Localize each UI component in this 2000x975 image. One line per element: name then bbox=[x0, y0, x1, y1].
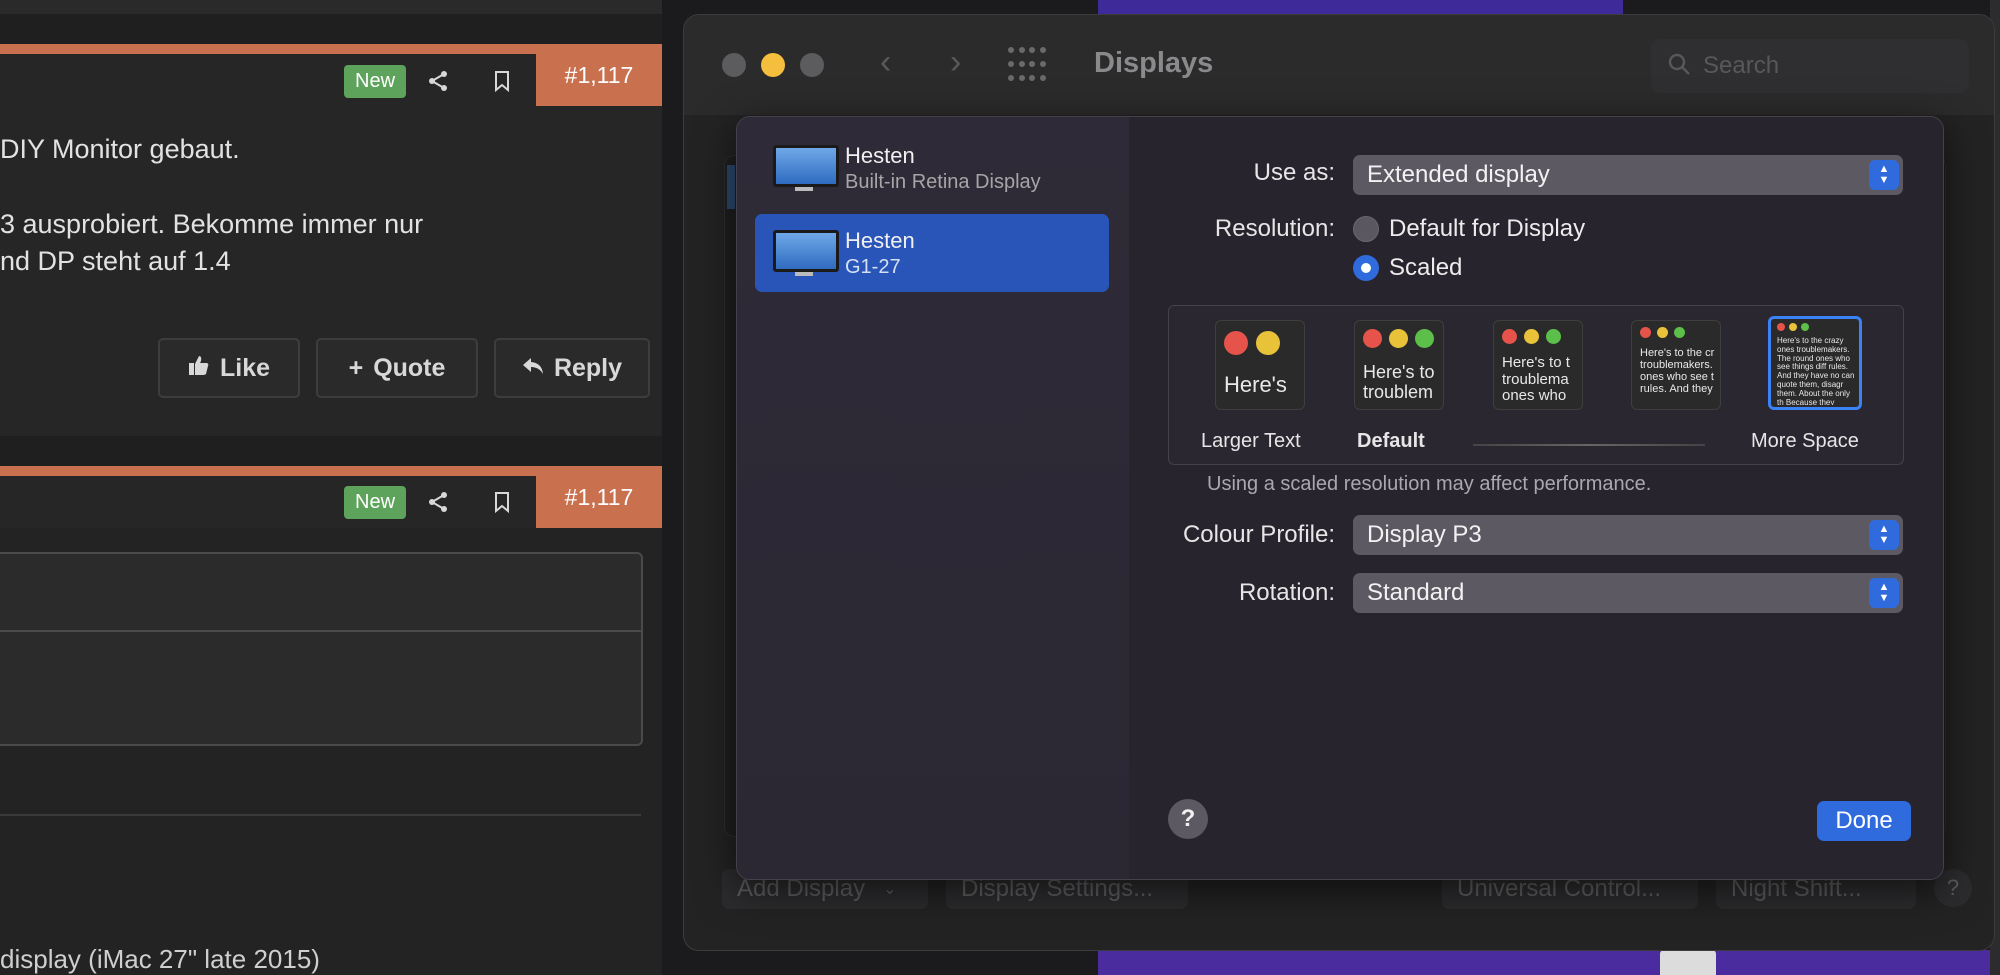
post-text-line: 3 ausprobiert. Bekomme immer nur bbox=[0, 209, 424, 239]
document-icon bbox=[1660, 950, 1716, 975]
scaled-radio[interactable] bbox=[1353, 255, 1379, 281]
minimize-window-button[interactable] bbox=[761, 53, 785, 77]
performance-note: Using a scaled resolution may affect per… bbox=[1207, 473, 1652, 495]
display-list-item[interactable]: Hesten Built-in Retina Display bbox=[755, 129, 1109, 207]
colour-profile-label: Colour Profile: bbox=[1182, 521, 1335, 548]
default-scale-label: Default bbox=[1357, 430, 1425, 452]
reply-button[interactable]: Reply bbox=[494, 338, 650, 398]
forward-chevron-icon[interactable]: › bbox=[950, 43, 961, 82]
post-text-line: nd DP steht auf 1.4 bbox=[0, 246, 231, 276]
close-window-button[interactable] bbox=[722, 53, 746, 77]
zoom-window-button[interactable] bbox=[800, 53, 824, 77]
quote-block bbox=[0, 552, 643, 746]
display-list-item-selected[interactable]: Hesten G1-27 bbox=[755, 214, 1109, 292]
up-down-arrows-icon: ▲ ▼ bbox=[1869, 578, 1899, 608]
share-icon[interactable] bbox=[423, 66, 453, 96]
display-settings-content: Use as: Extended display ▲ ▼ Resolution: … bbox=[1129, 117, 1943, 879]
forum-post: New #1,117 DIY Monitor gebaut. 3 ausprob… bbox=[0, 44, 662, 436]
scale-option-larger-text[interactable]: Here's bbox=[1215, 320, 1305, 410]
use-as-label: Use as: bbox=[1253, 159, 1335, 186]
default-for-display-radio[interactable] bbox=[1353, 216, 1379, 242]
quote-divider bbox=[0, 630, 641, 632]
post-number[interactable]: #1,117 bbox=[536, 44, 662, 106]
scale-option-default[interactable]: Here's to troublem bbox=[1354, 320, 1444, 410]
forum-page: New #1,117 DIY Monitor gebaut. 3 ausprob… bbox=[0, 0, 662, 975]
forum-top-strip bbox=[0, 0, 662, 14]
colour-profile-dropdown[interactable]: Display P3 ▲ ▼ bbox=[1353, 515, 1903, 555]
bookmark-icon[interactable] bbox=[487, 66, 517, 96]
rotation-label: Rotation: bbox=[1238, 579, 1335, 606]
back-chevron-icon[interactable]: ‹ bbox=[880, 43, 891, 82]
window-titlebar: ‹ › Displays Search bbox=[684, 15, 1994, 115]
use-as-dropdown[interactable]: Extended display ▲ ▼ bbox=[1353, 155, 1903, 195]
desktop-wallpaper-strip bbox=[1098, 950, 2000, 975]
new-badge: New bbox=[344, 65, 407, 98]
monitor-display-icon bbox=[773, 230, 839, 272]
rotation-value: Standard bbox=[1367, 579, 1465, 606]
up-down-arrows-icon: ▲ ▼ bbox=[1869, 160, 1899, 190]
scale-preview-text: Here's to t troublema ones who bbox=[1502, 355, 1570, 404]
display-subtitle: G1-27 bbox=[845, 256, 901, 278]
display-list-sidebar: Hesten Built-in Retina Display Hesten G1… bbox=[737, 117, 1129, 879]
show-all-grid-icon[interactable] bbox=[1008, 47, 1046, 85]
resolution-label: Resolution: bbox=[1214, 215, 1335, 242]
display-name: Hesten bbox=[845, 143, 915, 168]
like-label: Like bbox=[219, 353, 271, 382]
desktop-wallpaper-strip bbox=[1098, 0, 1623, 14]
new-badge: New bbox=[344, 486, 407, 519]
scaled-resolution-picker: Here's Here's to troublem Here's to t tr… bbox=[1168, 305, 1904, 465]
quote-label: Quote bbox=[373, 353, 446, 382]
post-text-line: DIY Monitor gebaut. bbox=[0, 134, 240, 164]
up-down-arrows-icon: ▲ ▼ bbox=[1869, 520, 1899, 550]
monitor-stand bbox=[795, 272, 813, 276]
done-button[interactable]: Done bbox=[1817, 801, 1911, 841]
scale-preview-text: Here's to troublem bbox=[1363, 363, 1435, 402]
default-for-display-label[interactable]: Default for Display bbox=[1389, 215, 1585, 243]
plus-icon: + bbox=[348, 353, 364, 382]
use-as-value: Extended display bbox=[1367, 161, 1550, 188]
imac-display-icon bbox=[773, 145, 839, 187]
scale-option-more[interactable]: Here's to the cr troublemakers. ones who… bbox=[1631, 320, 1721, 410]
scale-option-medium[interactable]: Here's to t troublema ones who bbox=[1493, 320, 1583, 410]
search-field[interactable]: Search bbox=[1651, 39, 1969, 93]
monitor-stand bbox=[795, 187, 813, 191]
scale-slider-track bbox=[1473, 444, 1705, 446]
scaled-label[interactable]: Scaled bbox=[1389, 254, 1462, 282]
reply-arrow-icon bbox=[522, 354, 544, 383]
post-number[interactable]: #1,117 bbox=[536, 466, 662, 528]
larger-text-label: Larger Text bbox=[1201, 430, 1301, 452]
like-button[interactable]: Like bbox=[158, 338, 300, 398]
sheet-help-button[interactable]: ? bbox=[1168, 799, 1208, 839]
signature-text: display (iMac 27" late 2015) bbox=[0, 944, 320, 974]
search-icon bbox=[1667, 52, 1691, 81]
share-icon[interactable] bbox=[423, 487, 453, 517]
window-title: Displays bbox=[1094, 47, 1214, 79]
rotation-dropdown[interactable]: Standard ▲ ▼ bbox=[1353, 573, 1903, 613]
display-settings-sheet: Hesten Built-in Retina Display Hesten G1… bbox=[736, 116, 1944, 880]
thumbs-up-icon bbox=[188, 354, 210, 383]
scale-preview-text: Here's to the crazy ones troublemakers. … bbox=[1777, 337, 1855, 405]
bookmark-icon[interactable] bbox=[487, 487, 517, 517]
arrangement-display-edge bbox=[727, 165, 735, 209]
quote-button[interactable]: + Quote bbox=[316, 338, 478, 398]
display-subtitle: Built-in Retina Display bbox=[845, 171, 1041, 193]
chevron-down-icon: ⌄ bbox=[883, 881, 897, 898]
search-placeholder: Search bbox=[1703, 52, 1780, 79]
more-space-label: More Space bbox=[1751, 430, 1859, 452]
scale-preview-text: Here's to the cr troublemakers. ones who… bbox=[1640, 347, 1715, 396]
colour-profile-value: Display P3 bbox=[1367, 521, 1482, 548]
scale-option-more-space-selected[interactable]: Here's to the crazy ones troublemakers. … bbox=[1768, 316, 1862, 410]
signature-separator bbox=[0, 814, 641, 816]
reply-label: Reply bbox=[553, 353, 623, 382]
scale-preview-text: Here's bbox=[1224, 372, 1287, 397]
display-name: Hesten bbox=[845, 228, 915, 253]
